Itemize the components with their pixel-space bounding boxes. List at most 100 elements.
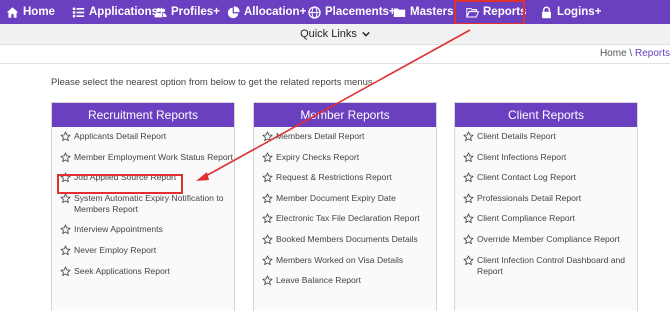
- report-item[interactable]: Members Worked on Visa Details: [262, 255, 436, 266]
- star-icon: [262, 213, 273, 224]
- reports-highlight-box: [454, 0, 525, 25]
- home-icon: [6, 6, 19, 18]
- report-item[interactable]: Override Member Compliance Report: [463, 234, 637, 245]
- report-item-label: Expiry Checks Report: [276, 151, 360, 162]
- breadcrumb-current: Reports: [634, 48, 670, 59]
- divider: [0, 63, 670, 64]
- report-item[interactable]: Member Document Expiry Date: [262, 193, 436, 204]
- lock-icon: [542, 6, 551, 18]
- nav-applications[interactable]: Applications+: [72, 0, 165, 24]
- star-icon: [262, 275, 273, 286]
- report-item[interactable]: Electronic Tax File Declaration Report: [262, 213, 436, 224]
- report-item-label: Interview Appointments: [74, 224, 163, 235]
- report-item[interactable]: Interview Appointments: [60, 224, 234, 235]
- star-icon: [463, 213, 474, 224]
- quick-links-label: Quick Links: [300, 28, 357, 40]
- star-icon: [60, 224, 71, 235]
- nav-logins-label: Logins+: [557, 6, 602, 18]
- panel-title: Member Reports: [254, 103, 436, 127]
- quick-links-bar[interactable]: Quick Links: [0, 24, 670, 45]
- nav-home-label: Home: [23, 6, 55, 18]
- report-item-label: Member Document Expiry Date: [276, 192, 396, 203]
- star-icon: [463, 255, 474, 265]
- report-item-label: Client Compliance Report: [477, 213, 575, 224]
- chevron-down-icon: [362, 31, 370, 37]
- report-item[interactable]: Client Contact Log Report: [463, 172, 637, 183]
- star-icon: [463, 152, 474, 162]
- report-item[interactable]: Member Employment Work Status Report: [60, 152, 234, 163]
- star-icon: [463, 131, 474, 142]
- globe-icon: [308, 5, 321, 19]
- report-item-label: Leave Balance Report: [276, 275, 362, 286]
- star-icon: [463, 172, 474, 183]
- report-item[interactable]: Client Infection Control Dashboard and R…: [463, 255, 637, 277]
- nav-profiles-label: Profiles+: [171, 6, 220, 18]
- report-item-label: Client Infections Report: [477, 151, 567, 162]
- report-item-label: Members Detail Report: [276, 131, 365, 141]
- star-icon: [60, 152, 71, 162]
- nav-placements[interactable]: Placements+: [308, 0, 396, 24]
- star-icon: [463, 193, 474, 203]
- star-icon: [60, 266, 71, 276]
- report-list: Client Details Report Client Infections …: [455, 127, 637, 277]
- intro-text: Please select the nearest option from be…: [51, 77, 373, 88]
- star-icon: [262, 255, 273, 265]
- top-navigation: Home Applications+ Profiles+ Allocation+…: [0, 0, 670, 24]
- report-item-label: System Automatic Expiry Notification to …: [74, 192, 224, 214]
- report-item[interactable]: Booked Members Documents Details: [262, 234, 436, 245]
- nav-profiles[interactable]: Profiles+: [154, 0, 220, 24]
- report-item[interactable]: Request & Restrictions Report: [262, 172, 436, 183]
- report-item-label: Client Details Report: [477, 131, 556, 141]
- report-item[interactable]: Client Details Report: [463, 131, 637, 142]
- nav-allocation[interactable]: Allocation+: [227, 0, 306, 24]
- report-item[interactable]: Client Infections Report: [463, 152, 637, 163]
- pie-chart-icon: [227, 5, 240, 18]
- report-item[interactable]: Leave Balance Report: [262, 275, 436, 286]
- star-icon: [60, 245, 71, 256]
- nav-masters[interactable]: Masters: [393, 0, 453, 24]
- report-list: Members Detail Report Expiry Checks Repo…: [254, 127, 436, 286]
- report-item[interactable]: Never Employ Report: [60, 245, 234, 256]
- report-list: Applicants Detail Report Member Employme…: [52, 127, 234, 277]
- star-icon: [262, 193, 273, 203]
- report-item-label: Override Member Compliance Report: [477, 233, 620, 244]
- report-item-label: Electronic Tax File Declaration Report: [276, 213, 420, 224]
- report-item[interactable]: Seek Applications Report: [60, 266, 234, 277]
- report-item[interactable]: Members Detail Report: [262, 131, 436, 142]
- member-reports-panel: Member Reports Members Detail Report Exp…: [253, 102, 437, 311]
- folder-icon: [393, 7, 406, 17]
- star-icon: [262, 234, 273, 245]
- report-item[interactable]: Client Compliance Report: [463, 213, 637, 224]
- report-item-label: Seek Applications Report: [74, 265, 171, 276]
- report-item-label: Professionals Detail Report: [477, 192, 582, 203]
- report-item[interactable]: Expiry Checks Report: [262, 152, 436, 163]
- breadcrumb: Home \ Reports: [600, 48, 670, 59]
- breadcrumb-home[interactable]: Home: [600, 48, 627, 59]
- list-icon: [72, 7, 85, 17]
- report-item[interactable]: System Automatic Expiry Notification to …: [60, 193, 234, 215]
- star-icon: [262, 131, 273, 142]
- report-item-label: Request & Restrictions Report: [276, 172, 392, 183]
- report-item[interactable]: Applicants Detail Report: [60, 131, 234, 142]
- nav-placements-label: Placements+: [325, 6, 396, 18]
- report-item-label: Client Contact Log Report: [477, 172, 576, 183]
- report-item-label: Booked Members Documents Details: [276, 233, 418, 244]
- job-applied-source-highlight-box: [57, 174, 183, 194]
- star-icon: [60, 193, 71, 203]
- report-item-label: Never Employ Report: [74, 244, 157, 255]
- panel-title: Client Reports: [455, 103, 637, 127]
- report-item-label: Applicants Detail Report: [74, 131, 167, 141]
- report-item[interactable]: Professionals Detail Report: [463, 193, 637, 204]
- report-item-label: Client Infection Control Dashboard and R…: [477, 254, 626, 276]
- client-reports-panel: Client Reports Client Details Report Cli…: [454, 102, 638, 311]
- nav-home[interactable]: Home: [6, 0, 55, 24]
- panel-title: Recruitment Reports: [52, 103, 234, 127]
- nav-allocation-label: Allocation+: [244, 6, 307, 18]
- report-item-label: Member Employment Work Status Report: [74, 151, 233, 162]
- breadcrumb-separator: \: [626, 48, 635, 59]
- users-icon: [154, 7, 167, 17]
- nav-masters-label: Masters: [410, 6, 454, 18]
- star-icon: [60, 131, 71, 142]
- star-icon: [262, 172, 273, 183]
- nav-logins[interactable]: Logins+: [540, 0, 601, 24]
